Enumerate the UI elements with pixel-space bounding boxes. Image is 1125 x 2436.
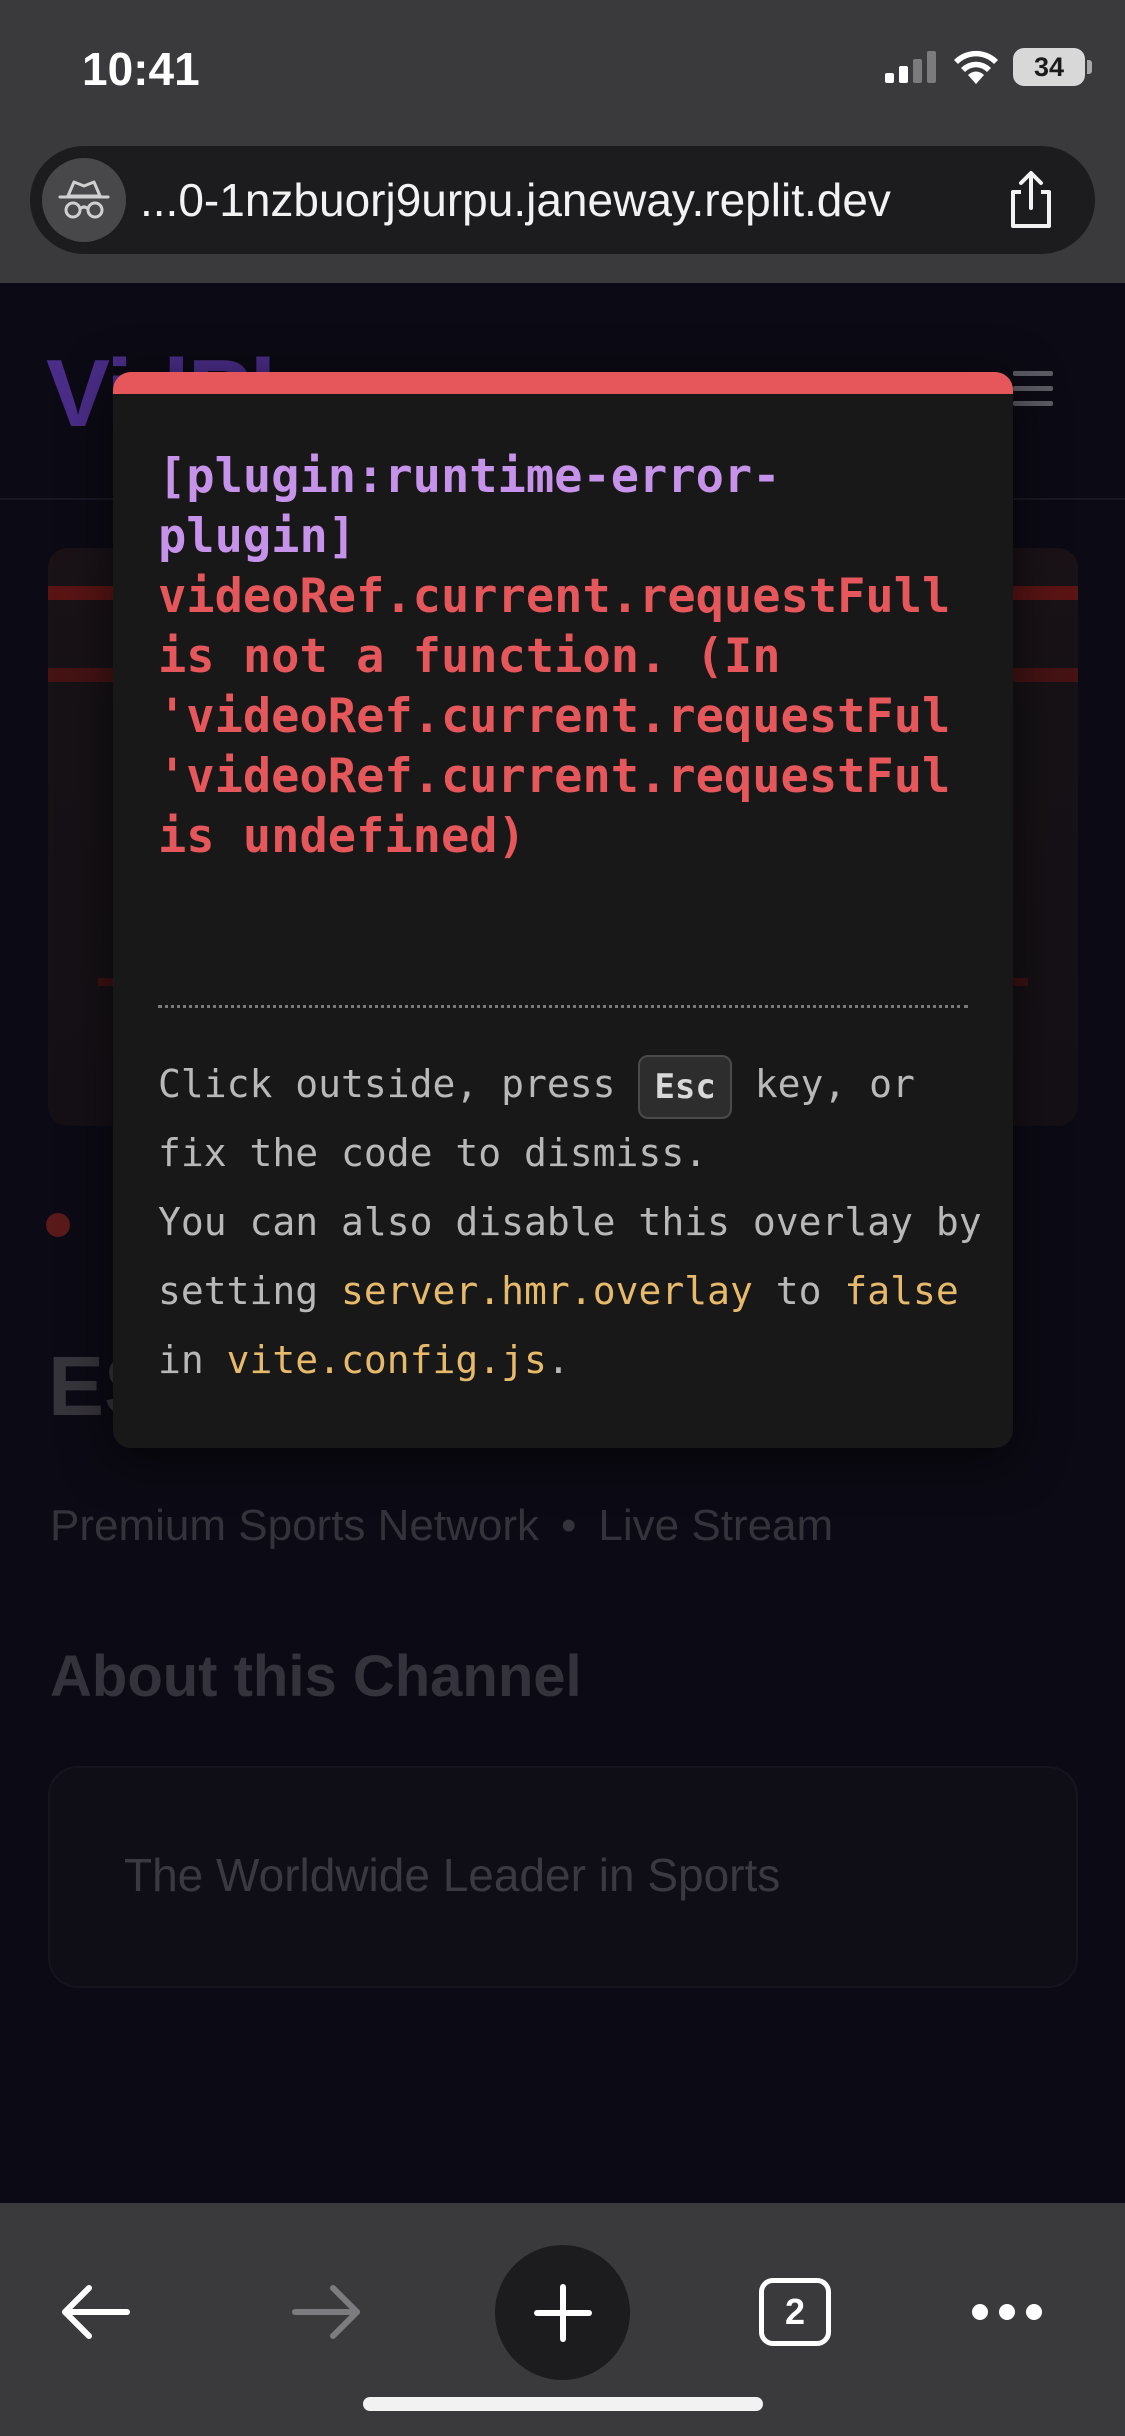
- live-indicator: [46, 1213, 70, 1237]
- url-text[interactable]: ...0-1nzbuorj9urpu.janeway.replit.dev: [126, 173, 989, 227]
- channel-stream-type: Live Stream: [598, 1501, 834, 1550]
- error-overlay-top-border: [113, 372, 1013, 394]
- hamburger-menu-icon[interactable]: [1013, 371, 1053, 407]
- tab-count: 2: [759, 2278, 831, 2346]
- plus-icon[interactable]: [495, 2245, 630, 2380]
- tip-text: .: [546, 1338, 570, 1382]
- tip-text: in: [158, 1338, 227, 1382]
- error-text: videoRef.current.requestFull is not a fu…: [158, 569, 951, 864]
- battery-level: 34: [1033, 51, 1065, 82]
- wifi-icon: [954, 50, 998, 84]
- address-bar[interactable]: ...0-1nzbuorj9urpu.janeway.replit.dev: [30, 146, 1095, 254]
- tip-text: Click outside, press: [158, 1062, 639, 1106]
- live-dot-icon: [46, 1213, 70, 1237]
- incognito-icon[interactable]: [42, 158, 126, 242]
- battery-icon: 34: [1013, 48, 1092, 86]
- channel-category: Premium Sports Network: [50, 1501, 540, 1550]
- channel-meta: Premium Sports Network • Live Stream: [50, 1501, 833, 1551]
- about-card: The Worldwide Leader in Sports: [48, 1766, 1078, 1988]
- status-time: 10:41: [82, 43, 200, 95]
- config-file-name: vite.config.js: [226, 1338, 547, 1382]
- error-tip: Click outside, press Esc key, or fix the…: [158, 1050, 988, 1395]
- error-message: [plugin:runtime-error- plugin] videoRef.…: [158, 447, 973, 867]
- share-icon[interactable]: [989, 158, 1073, 242]
- ellipsis-icon[interactable]: [942, 2247, 1072, 2377]
- arrow-left-icon[interactable]: [30, 2247, 160, 2377]
- status-bar: 10:41 34: [0, 0, 1125, 140]
- error-overlay[interactable]: [plugin:runtime-error- plugin] videoRef.…: [113, 372, 1013, 1448]
- setting-value: false: [844, 1269, 959, 1313]
- error-plugin-label: [plugin:runtime-error- plugin]: [158, 449, 781, 564]
- about-text: The Worldwide Leader in Sports: [124, 1849, 781, 1901]
- setting-name: server.hmr.overlay: [341, 1269, 753, 1313]
- tip-text: to: [752, 1269, 845, 1313]
- browser-address-area: ...0-1nzbuorj9urpu.janeway.replit.dev: [0, 140, 1125, 283]
- about-section-title: About this Channel: [50, 1644, 582, 1709]
- esc-key: Esc: [638, 1054, 732, 1119]
- status-icons: 34: [885, 48, 1092, 86]
- home-indicator[interactable]: [363, 2397, 763, 2411]
- meta-separator: •: [561, 1501, 577, 1550]
- arrow-right-icon[interactable]: [262, 2247, 392, 2377]
- tabs-icon[interactable]: 2: [730, 2247, 860, 2377]
- error-divider: [158, 1005, 968, 1008]
- cellular-signal-icon: [885, 51, 936, 83]
